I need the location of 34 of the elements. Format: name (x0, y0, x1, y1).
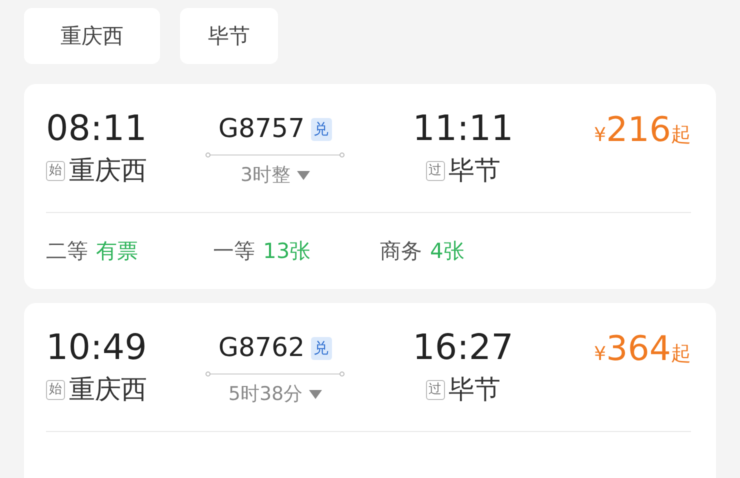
duration: 3时整 (240, 163, 291, 188)
pass-tag: 过 (426, 380, 444, 400)
arrival-time: 11:11 (412, 108, 514, 151)
seat-class: 商务 (380, 238, 422, 265)
price: ¥364起 (594, 329, 691, 369)
station-chip[interactable]: 重庆西 (24, 8, 160, 64)
exchange-badge: 兑 (310, 336, 332, 360)
seat-class: 一等 (213, 238, 255, 265)
train-card[interactable]: 10:49 始 重庆西 G8762 兑 5时38分 16:27 过 毕节 ¥364起 (24, 303, 716, 478)
arrival-station: 毕节 (448, 374, 500, 407)
exchange-badge: 兑 (310, 118, 332, 140)
price: ¥216起 (594, 110, 691, 150)
departure-time: 08:11 (46, 108, 148, 151)
origin-tag: 始 (46, 380, 65, 400)
seat-availability: 4张 (430, 238, 464, 265)
arrival-station: 毕节 (448, 155, 500, 188)
train-card[interactable]: 08:11 始 重庆西 G8757 兑 3时整 11:11 过 毕节 ¥216起 二等 有票 一等 13张 商务 4张 (24, 84, 716, 289)
departure-station: 重庆西 (69, 374, 147, 407)
train-number: G8757 (218, 114, 305, 144)
seat-availability: 13张 (263, 238, 311, 265)
pass-tag: 过 (426, 161, 444, 181)
arrival-time: 16:27 (412, 327, 514, 370)
caret-icon (308, 390, 322, 398)
departure-time: 10:49 (46, 327, 148, 370)
station-chip[interactable]: 毕节 (180, 8, 278, 64)
duration-toggle[interactable]: 3时整 (240, 160, 310, 190)
train-number: G8762 (218, 333, 305, 363)
caret-icon (296, 170, 310, 180)
duration-toggle[interactable]: 5时38分 (228, 379, 322, 409)
seat-availability: 有票 (96, 238, 138, 265)
departure-station: 重庆西 (69, 155, 147, 188)
duration: 5时38分 (228, 382, 303, 407)
seat-class: 二等 (46, 238, 88, 265)
origin-tag: 始 (46, 161, 65, 181)
